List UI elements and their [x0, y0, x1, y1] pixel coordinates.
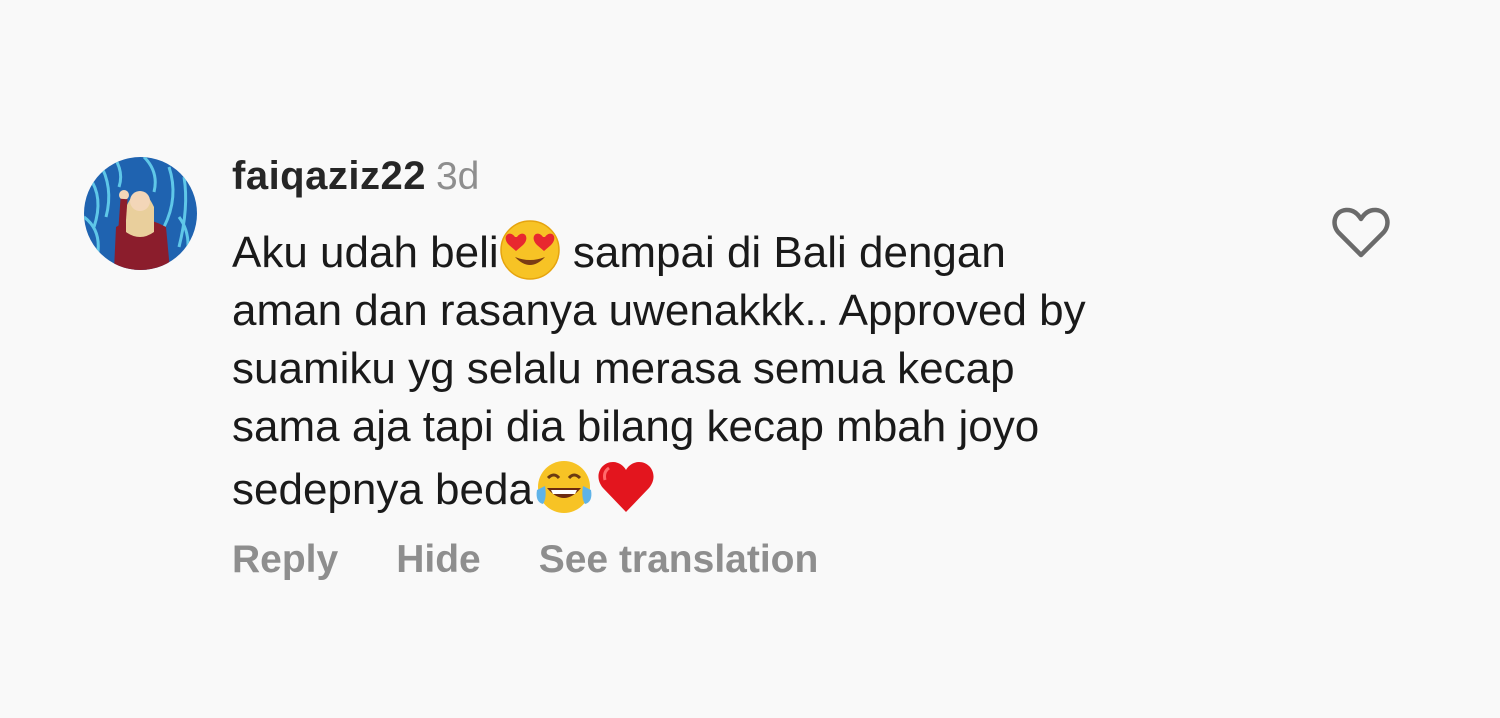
- comment-line-1: Aku udah beli sampai di Bali dengan: [232, 219, 1292, 282]
- comment-text-segment: Aku udah beli: [232, 228, 499, 277]
- comment-header: faiqaziz22 3d: [232, 154, 479, 204]
- avatar[interactable]: [84, 157, 197, 270]
- comment-line-5: sedepnya beda: [232, 456, 1292, 519]
- comment-line-2: aman dan rasanya uwenakkk.. Approved by: [232, 286, 1086, 335]
- comment-text-segment: sedepnya beda: [232, 465, 533, 514]
- comment-text: Aku udah beli sampai di Bali dengan aman…: [232, 219, 1292, 519]
- see-translation-button[interactable]: See translation: [539, 538, 819, 581]
- heart-eyes-emoji: [499, 219, 561, 281]
- comment-item: faiqaziz22 3d Aku udah beli sampai di Bal…: [0, 0, 1500, 718]
- comment-actions: Reply Hide See translation: [232, 538, 876, 582]
- timestamp: 3d: [435, 155, 480, 198]
- hide-button[interactable]: Hide: [396, 538, 481, 581]
- like-button[interactable]: [1330, 205, 1392, 261]
- comment-text-segment: sampai di Bali dengan: [560, 228, 1006, 277]
- reply-button[interactable]: Reply: [232, 538, 338, 581]
- comment-line-4: sama aja tapi dia bilang kecap mbah joyo: [232, 402, 1040, 451]
- heart-outline-icon: [1332, 207, 1390, 258]
- username[interactable]: faiqaziz22: [232, 154, 426, 198]
- red-heart-emoji: [595, 456, 657, 518]
- tears-of-joy-emoji: [533, 456, 595, 518]
- comment-line-3: suamiku yg selalu merasa semua kecap: [232, 344, 1015, 393]
